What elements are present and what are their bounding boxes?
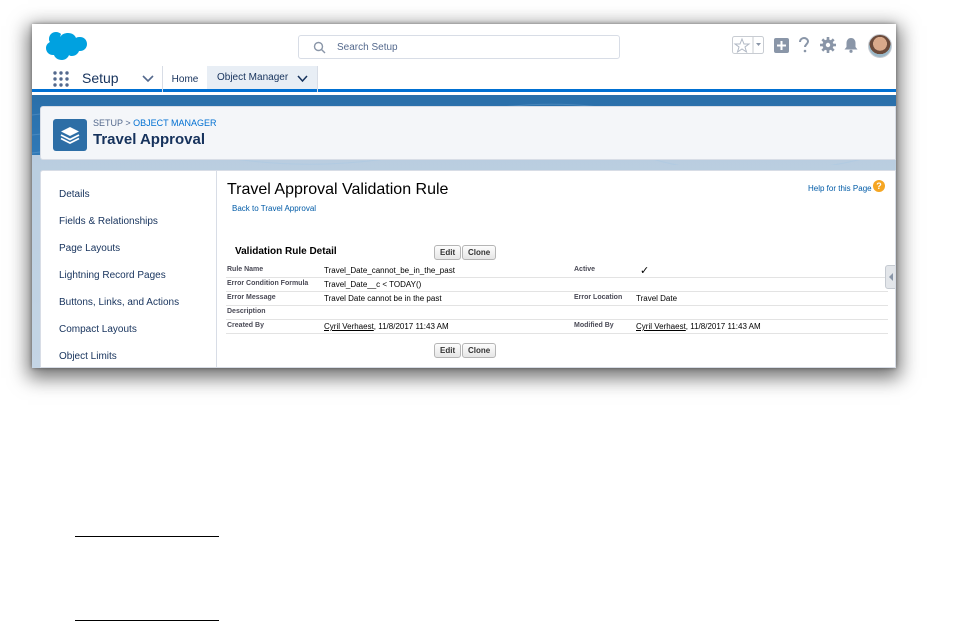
validation-rule-title: Travel Approval Validation Rule — [227, 181, 449, 198]
edit-button[interactable]: Edit — [434, 245, 462, 260]
validation-rule-panel: Travel Approval Validation Rule Back to … — [218, 171, 895, 367]
chevron-left-icon — [889, 273, 893, 281]
chevron-down-icon[interactable] — [142, 74, 154, 84]
app-name: Setup — [82, 70, 119, 86]
app-launcher-icon[interactable] — [53, 71, 69, 87]
side-panel-toggle[interactable] — [885, 265, 895, 289]
sidebar-item-details[interactable]: Details — [59, 189, 90, 200]
detail-row: Description — [226, 306, 888, 320]
help-icon[interactable] — [798, 37, 810, 53]
chevron-down-icon[interactable] — [297, 74, 308, 83]
layers-icon — [60, 127, 80, 145]
clone-button[interactable]: Clone — [462, 245, 497, 260]
edit-button-bottom[interactable]: Edit — [434, 343, 462, 358]
breadcrumb-prefix: SETUP > — [93, 118, 134, 128]
nav-divider — [317, 66, 318, 92]
sidebar-item-object-limits[interactable]: Object Limits — [59, 351, 117, 362]
breadcrumb: SETUP > OBJECT MANAGER — [93, 118, 216, 128]
field-label: Modified By — [574, 322, 614, 329]
formula-value: Travel_Date__c < TODAY() — [324, 280, 422, 289]
search-input[interactable] — [337, 38, 607, 56]
field-label: Created By — [227, 322, 264, 329]
detail-row: Rule Name Travel_Date_cannot_be_in_the_p… — [226, 264, 888, 278]
field-label: Rule Name — [227, 266, 264, 273]
section-title: Validation Rule Detail — [235, 246, 337, 257]
rule-name-value: Travel_Date_cannot_be_in_the_past — [324, 266, 455, 275]
field-label: Error Message — [227, 294, 276, 301]
back-to-travel-approval-link[interactable]: Back to Travel Approval — [232, 204, 316, 213]
divider-line — [75, 536, 219, 537]
notifications-icon[interactable] — [844, 37, 858, 53]
tab-object-manager[interactable]: Object Manager — [207, 66, 317, 92]
field-label: Description — [227, 308, 266, 315]
object-icon — [53, 119, 87, 151]
content-card: Details Fields & Relationships Page Layo… — [40, 170, 896, 368]
created-date: , 11/8/2017 11:43 AM — [373, 322, 449, 331]
modified-by-user-link[interactable]: Cyril Verhaest — [636, 322, 686, 331]
sidebar-item-buttons-links-actions[interactable]: Buttons, Links, and Actions — [59, 297, 179, 308]
search-icon — [313, 41, 326, 54]
add-icon[interactable] — [774, 38, 789, 53]
detail-row: Created By Cyril Verhaest, 11/8/2017 11:… — [226, 320, 888, 334]
favorites-icon[interactable] — [732, 36, 764, 54]
app-nav-bar: Setup Home Object Manager — [32, 66, 896, 92]
detail-row: Error Condition Formula Travel_Date__c <… — [226, 278, 888, 292]
field-label: Error Condition Formula — [227, 280, 309, 287]
salesforce-logo[interactable] — [41, 31, 87, 63]
tab-home[interactable]: Home — [163, 66, 207, 92]
field-label: Active — [574, 266, 596, 273]
detail-row: Error Message Travel Date cannot be in t… — [226, 292, 888, 306]
created-by-user-link[interactable]: Cyril Verhaest — [324, 322, 374, 331]
error-location-value: Travel Date — [636, 294, 678, 303]
divider-line — [75, 620, 219, 621]
modified-by-value: Cyril Verhaest, 11/8/2017 11:43 AM — [636, 322, 761, 331]
page-title: Travel Approval — [93, 131, 205, 148]
sidebar-item-lightning-record-pages[interactable]: Lightning Record Pages — [59, 270, 166, 281]
setup-screenshot: Setup Home Object Manager — [32, 24, 896, 368]
page-header: SETUP > OBJECT MANAGER Travel Approval — [40, 106, 896, 160]
object-sidebar: Details Fields & Relationships Page Layo… — [41, 171, 217, 367]
sidebar-item-page-layouts[interactable]: Page Layouts — [59, 243, 120, 254]
error-message-value: Travel Date cannot be in the past — [324, 294, 442, 303]
help-icon[interactable]: ? — [873, 180, 885, 192]
modified-date: , 11/8/2017 11:43 AM — [685, 322, 761, 331]
breadcrumb-object-manager-link[interactable]: OBJECT MANAGER — [133, 118, 216, 128]
active-check-icon: ✓ — [640, 265, 650, 277]
field-label: Error Location — [574, 294, 623, 301]
tab-object-manager-label: Object Manager — [217, 72, 289, 83]
created-by-value: Cyril Verhaest, 11/8/2017 11:43 AM — [324, 322, 449, 331]
help-for-page-link[interactable]: Help for this Page — [808, 184, 872, 193]
sidebar-item-fields-relationships[interactable]: Fields & Relationships — [59, 216, 158, 227]
global-header — [32, 24, 896, 66]
clone-button-bottom[interactable]: Clone — [462, 343, 497, 358]
sidebar-item-compact-layouts[interactable]: Compact Layouts — [59, 324, 137, 335]
search-box[interactable] — [298, 35, 620, 59]
avatar[interactable] — [868, 34, 892, 58]
settings-icon[interactable] — [820, 37, 836, 53]
